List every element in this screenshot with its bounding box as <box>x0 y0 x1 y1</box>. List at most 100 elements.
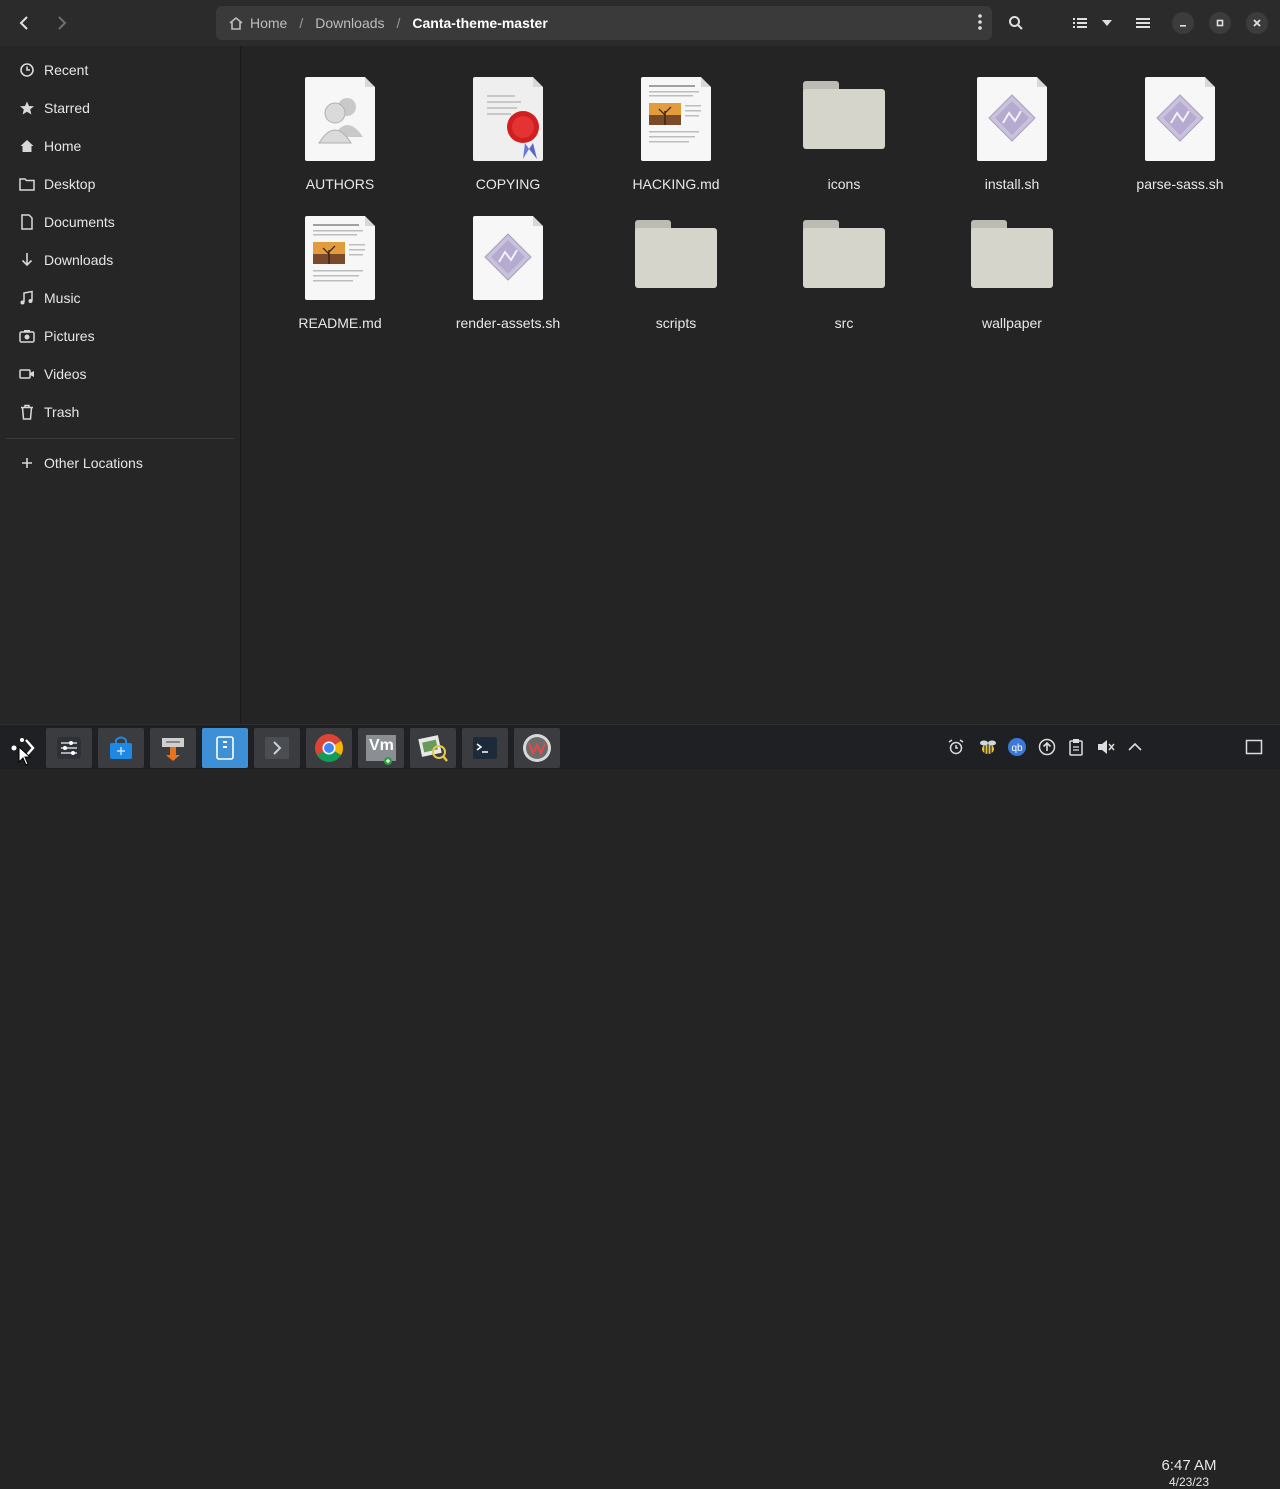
sidebar-item-label: Starred <box>44 100 90 116</box>
mouse-cursor-icon <box>18 746 32 766</box>
path-menu-button[interactable] <box>978 14 982 35</box>
sidebar-item-label: Videos <box>44 366 87 382</box>
chevron-left-icon <box>19 16 28 30</box>
sidebar-item-starred[interactable]: Starred <box>0 90 240 126</box>
clock-icon <box>18 61 36 79</box>
sidebar-item-documents[interactable]: Documents <box>0 204 240 240</box>
markdown-file-icon <box>641 77 711 161</box>
folder-icon <box>635 216 717 300</box>
sidebar-item-music[interactable]: Music <box>0 280 240 316</box>
sidebar-item-downloads[interactable]: Downloads <box>0 242 240 278</box>
taskbar-chrome-app[interactable] <box>306 728 352 768</box>
bee-app-tray-icon[interactable] <box>978 737 998 757</box>
breadcrumb-current[interactable]: Canta-theme-master <box>402 15 557 31</box>
breadcrumb-current-label: Canta-theme-master <box>412 15 548 31</box>
back-button[interactable] <box>9 8 39 38</box>
chevron-right-icon <box>265 737 289 759</box>
taskbar-settings-app[interactable] <box>46 728 92 768</box>
folder-icon <box>18 175 36 193</box>
folder-icon <box>803 77 885 161</box>
script-file-icon <box>977 77 1047 161</box>
taskbar-store-app[interactable] <box>98 728 144 768</box>
file-name: wallpaper <box>982 315 1042 331</box>
file-item-readme-md[interactable]: README.md <box>265 186 415 331</box>
file-name: render-assets.sh <box>455 315 561 331</box>
sidebar-item-label: Home <box>44 138 82 154</box>
taskbar-image-viewer-app[interactable] <box>410 728 456 768</box>
qbittorrent-tray-icon[interactable]: qb <box>1007 737 1027 757</box>
sidebar-item-desktop[interactable]: Desktop <box>0 166 240 202</box>
file-item-authors[interactable]: AUTHORS <box>265 47 415 192</box>
home-icon <box>229 16 243 30</box>
breadcrumb-downloads-label: Downloads <box>315 15 385 31</box>
kebab-menu-icon <box>978 14 982 30</box>
close-button[interactable] <box>1246 12 1268 34</box>
taskbar-files-app[interactable] <box>202 728 248 768</box>
markdown-file-icon <box>305 216 375 300</box>
file-name: src <box>834 315 854 331</box>
file-item-parse-sass-sh[interactable]: parse-sass.sh <box>1105 47 1255 192</box>
store-bag-icon <box>110 736 132 759</box>
sidebar-item-recent[interactable]: Recent <box>0 52 240 88</box>
file-item-copying[interactable]: COPYING <box>433 47 583 192</box>
terminal-icon <box>473 737 497 759</box>
alarm-icon[interactable] <box>946 737 966 757</box>
taskbar-vm-app[interactable]: Vm <box>358 728 404 768</box>
sidebar-item-label: Music <box>44 290 81 306</box>
chevron-up-icon[interactable] <box>1125 737 1145 757</box>
package-installer-icon <box>162 738 184 761</box>
file-item-render-assets-sh[interactable]: render-assets.sh <box>433 186 583 331</box>
vm-app-label: Vm <box>369 737 394 754</box>
file-item-hacking-md[interactable]: HACKING.md <box>601 47 751 192</box>
clipboard-icon[interactable] <box>1066 737 1086 757</box>
file-item-src[interactable]: src <box>769 186 919 331</box>
path-bar: Home / Downloads / Canta-theme-master <box>216 6 992 40</box>
folder-icon <box>971 216 1053 300</box>
file-item-scripts[interactable]: scripts <box>601 186 751 331</box>
chevron-right-icon <box>58 16 67 30</box>
taskbar-terminal-prompt-app[interactable] <box>254 728 300 768</box>
file-manager-icon <box>216 736 234 760</box>
view-list-button[interactable] <box>1065 8 1095 38</box>
chrome-icon <box>315 734 343 762</box>
camera-icon <box>18 327 36 345</box>
file-item-wallpaper[interactable]: wallpaper <box>937 186 1087 331</box>
video-icon <box>18 365 36 383</box>
music-icon <box>18 289 36 307</box>
forward-button[interactable] <box>47 8 77 38</box>
taskbar-vmware-app[interactable] <box>514 728 560 768</box>
taskbar-installer-app[interactable] <box>150 728 196 768</box>
download-icon <box>18 251 36 269</box>
sidebar-item-label: Recent <box>44 62 89 78</box>
update-tray-icon[interactable] <box>1037 737 1057 757</box>
search-button[interactable] <box>1001 8 1031 38</box>
script-file-icon <box>1145 77 1215 161</box>
view-options-dropdown[interactable] <box>1094 8 1120 38</box>
breadcrumb-downloads[interactable]: Downloads <box>305 15 394 31</box>
sidebar-item-videos[interactable]: Videos <box>0 356 240 392</box>
clock[interactable]: 6:47 AM 4/23/23 <box>1152 1458 1226 1489</box>
document-icon <box>18 213 36 231</box>
license-file-icon <box>473 77 543 161</box>
show-desktop-icon[interactable] <box>1244 737 1264 757</box>
file-item-icons[interactable]: icons <box>769 47 919 192</box>
volume-muted-icon[interactable] <box>1096 737 1116 757</box>
minimize-button[interactable] <box>1172 12 1194 34</box>
main-menu-button[interactable] <box>1128 8 1158 38</box>
file-view: AUTHORS COPYING HACKING.md icons install… <box>241 46 1280 724</box>
file-name: README.md <box>298 315 382 331</box>
breadcrumb-home[interactable]: Home <box>216 15 297 31</box>
sidebar-item-home[interactable]: Home <box>0 128 240 164</box>
maximize-button[interactable] <box>1209 12 1231 34</box>
sidebar-item-other-locations[interactable]: Other Locations <box>0 445 240 481</box>
breadcrumb-home-label: Home <box>250 15 288 31</box>
taskbar: Vm qb 6:47 AM 4/23/23 <box>0 724 1280 1489</box>
clock-time: 6:47 AM <box>1161 1457 1217 1474</box>
chevron-down-icon <box>1102 20 1112 26</box>
sidebar-item-label: Downloads <box>44 252 114 268</box>
file-item-install-sh[interactable]: install.sh <box>937 47 1087 192</box>
sidebar-item-trash[interactable]: Trash <box>0 394 240 430</box>
svg-text:qb: qb <box>1011 743 1023 754</box>
sidebar-item-pictures[interactable]: Pictures <box>0 318 240 354</box>
taskbar-terminal-app[interactable] <box>462 728 508 768</box>
